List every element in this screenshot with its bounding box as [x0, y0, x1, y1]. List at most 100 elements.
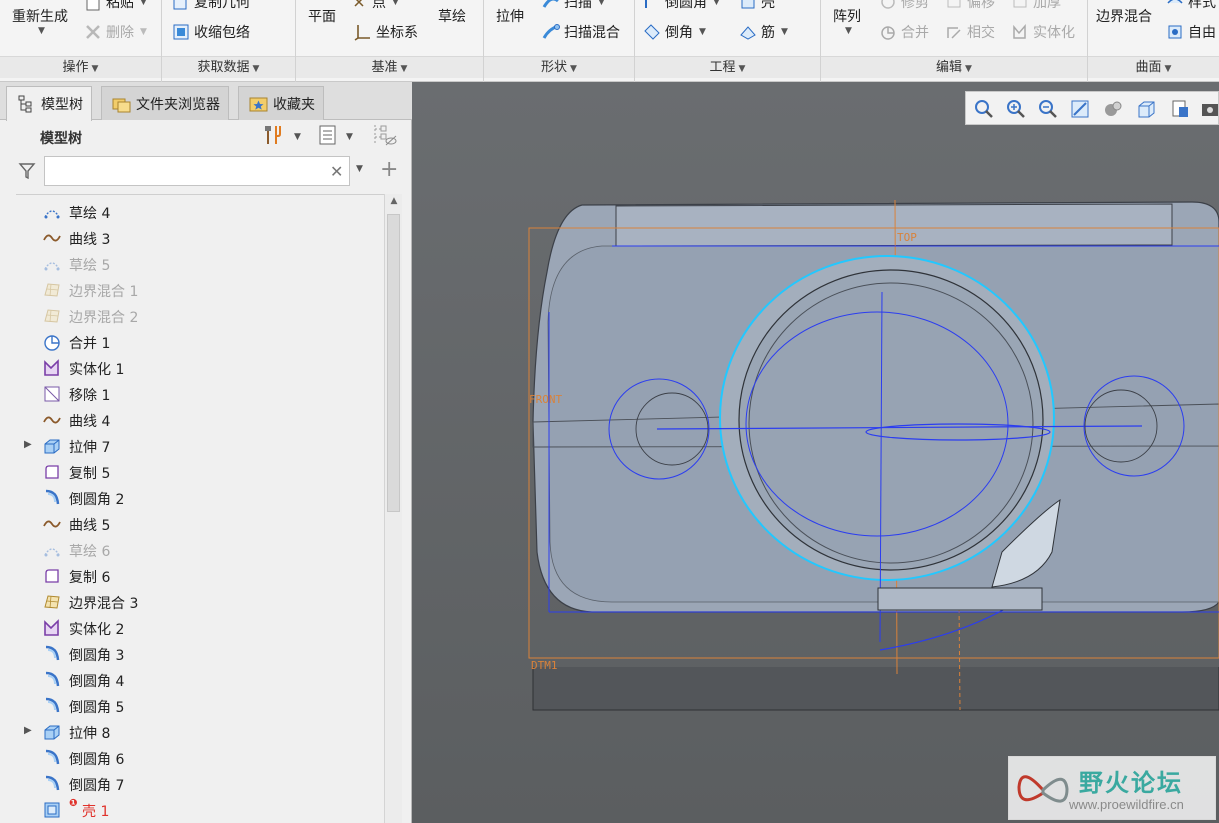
close-icon[interactable]: ✕ [330, 162, 343, 181]
delete-button[interactable]: 删除 ▼ [84, 22, 147, 42]
tree-item[interactable]: 移除 1 [16, 381, 384, 407]
zoom-in-icon[interactable] [1006, 99, 1026, 119]
group-engineering: 倒圆角 ▼ 壳 倒角 ▼ 筋 ▼ 工程 ▼ [635, 0, 821, 82]
shell-button[interactable]: 壳 [739, 0, 775, 12]
sketch-button[interactable]: 草绘 [438, 6, 466, 26]
regenerate-button[interactable]: 重新生成 [12, 6, 68, 26]
paste-button[interactable]: 粘贴 ▼ [84, 0, 147, 12]
datum-label-top[interactable]: TOP [897, 231, 917, 244]
point-button[interactable]: 点 ▼ [350, 0, 399, 12]
shrinkwrap-button[interactable]: 收缩包络 [172, 22, 250, 42]
datum-label-dtm[interactable]: DTM1 [531, 659, 558, 672]
chamfer-button[interactable]: 倒角 ▼ [643, 22, 706, 42]
tree-item[interactable]: 实体化 1 [16, 355, 384, 381]
freestyle-button[interactable]: 自由 [1166, 22, 1216, 42]
solidify-button[interactable]: 实体化 [1011, 22, 1075, 42]
datum-label-front[interactable]: FRONT [529, 393, 562, 406]
zoom-out-icon[interactable] [1038, 99, 1058, 119]
tree-item[interactable]: 草绘 4 [16, 199, 384, 225]
trim-button[interactable]: 修剪 [879, 0, 929, 12]
tree-item[interactable]: 复制 5 [16, 459, 384, 485]
tree-item[interactable]: 倒圆角 3 [16, 641, 384, 667]
tree-filter-toggle-button[interactable] [372, 125, 398, 148]
group-label-datum[interactable]: 基准 ▼ [296, 56, 483, 78]
graphics-viewport[interactable]: TOP FRONT DTM1 野火论坛 www.proewildfire.cn [412, 82, 1219, 823]
group-label-operations[interactable]: 操作 ▼ [0, 56, 161, 78]
display-style-icon[interactable] [1102, 99, 1122, 119]
tab-model-tree[interactable]: 模型树 [6, 86, 92, 121]
tree-item[interactable]: ▶ 拉伸 7 [16, 433, 384, 459]
intersect-button[interactable]: 相交 [945, 22, 995, 42]
tree-item[interactable]: 倒圆角 2 [16, 485, 384, 511]
copy-geometry-button[interactable]: 复制几何 [172, 0, 250, 12]
expand-arrow-icon[interactable]: ▶ [24, 439, 32, 450]
filter-dropdown-button[interactable]: ▼ [356, 164, 363, 174]
add-filter-button[interactable]: + [380, 157, 398, 183]
group-label-edit[interactable]: 编辑 ▼ [821, 56, 1087, 78]
offset-button[interactable]: 偏移 [945, 0, 995, 12]
tree-item[interactable]: 曲线 3 [16, 225, 384, 251]
pattern-button[interactable]: 阵列 [833, 6, 861, 26]
rib-button[interactable]: 筋 ▼ [739, 22, 788, 42]
view-manager-icon[interactable] [1170, 99, 1190, 119]
tree-item[interactable]: 边界混合 1 [16, 277, 384, 303]
style-button[interactable]: 样式 [1166, 0, 1216, 12]
expand-arrow-icon[interactable]: ▶ [24, 725, 32, 736]
tree-item[interactable]: 倒圆角 5 [16, 693, 384, 719]
tree-item[interactable]: 曲线 5 [16, 511, 384, 537]
refit-icon[interactable] [974, 99, 994, 119]
tree-item[interactable]: ▶ 拉伸 8 [16, 719, 384, 745]
plane-button[interactable]: 平面 [308, 6, 336, 26]
group-label-shape[interactable]: 形状 ▼ [484, 56, 634, 78]
repaint-icon[interactable] [1070, 99, 1090, 119]
coordinate-system-button[interactable]: 坐标系 [354, 22, 418, 42]
scroll-up-arrow-icon[interactable]: ▲ [385, 196, 403, 212]
camera-icon[interactable] [1200, 99, 1219, 119]
regenerate-dropdown-button[interactable]: ▼ [38, 26, 45, 36]
tree-item[interactable]: 实体化 2 [16, 615, 384, 641]
tree-display-button[interactable]: ▼ [318, 125, 353, 148]
tree-item-label: 倒圆角 3 [69, 648, 125, 664]
tree-settings-button[interactable]: ▼ [262, 126, 301, 148]
scrollbar-thumb[interactable] [387, 214, 400, 512]
saved-orientations-icon[interactable] [1136, 99, 1156, 119]
round-button[interactable]: 倒圆角 ▼ [643, 0, 720, 12]
tree-item[interactable]: 倒圆角 4 [16, 667, 384, 693]
swept-blend-button[interactable]: 扫描混合 [542, 22, 620, 42]
solidify-icon [43, 359, 61, 377]
copy-icon [43, 567, 61, 585]
tree-item[interactable]: 边界混合 2 [16, 303, 384, 329]
round-icon [643, 0, 661, 11]
pattern-dropdown-button[interactable]: ▼ [845, 26, 852, 36]
merge-icon [879, 23, 897, 41]
thicken-button[interactable]: 加厚 [1011, 0, 1061, 12]
tree-item[interactable]: 倒圆角 7 [16, 771, 384, 797]
extrude-button[interactable]: 拉伸 [496, 6, 524, 26]
tree-item[interactable]: 曲线 4 [16, 407, 384, 433]
tree-item[interactable]: 边界混合 3 [16, 589, 384, 615]
tree-item[interactable]: 复制 6 [16, 563, 384, 589]
group-edit: 阵列 ▼ 修剪 偏移 加厚 合并 相交 实体化 编辑 ▼ [821, 0, 1088, 82]
tree-item[interactable]: 草绘 6 [16, 537, 384, 563]
sweep-button[interactable]: 扫描 ▼ [542, 0, 605, 12]
tree-scrollbar[interactable]: ▲ [384, 194, 402, 823]
tab-folder-browser[interactable]: 文件夹浏览器 [101, 86, 229, 120]
tree-search-input[interactable] [44, 156, 350, 186]
boundary-blend-button[interactable]: 边界混合 [1096, 6, 1152, 26]
group-label-engineering[interactable]: 工程 ▼ [635, 56, 820, 78]
merge-button[interactable]: 合并 [879, 22, 929, 42]
copy-geometry-icon [172, 0, 190, 11]
model-canvas[interactable]: TOP FRONT DTM1 [412, 82, 1219, 823]
tab-favorites[interactable]: 收藏夹 [238, 86, 324, 120]
group-label-get-data[interactable]: 获取数据 ▼ [162, 56, 295, 78]
tree-item[interactable]: 倒圆角 6 [16, 745, 384, 771]
tree-item[interactable]: ❶ 壳 1 [16, 797, 384, 823]
tree-item-label: 曲线 3 [69, 232, 111, 248]
round-icon [43, 749, 61, 767]
tree-item[interactable]: 合并 1 [16, 329, 384, 355]
style-icon [1166, 0, 1184, 11]
tree-item-label: 草绘 5 [69, 258, 111, 274]
group-label-surface[interactable]: 曲面 ▼ [1088, 56, 1219, 78]
tree-item[interactable]: 草绘 5 [16, 251, 384, 277]
group-operations: 重新生成 ▼ 粘贴 ▼ 删除 ▼ 操作 ▼ [0, 0, 162, 82]
